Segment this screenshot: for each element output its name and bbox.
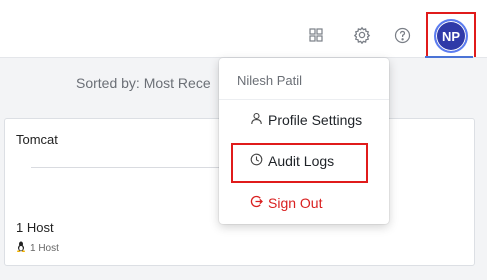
card-host-sub: 1 Host	[16, 241, 59, 255]
sort-label[interactable]: Sorted by: Most Rece	[76, 75, 211, 91]
gear-icon[interactable]	[353, 26, 371, 44]
user-icon	[250, 112, 263, 128]
menu-item-label: Profile Settings	[268, 112, 363, 128]
signout-icon	[250, 195, 263, 211]
user-menu: Nilesh Patil Profile Settings Audit Logs	[219, 58, 389, 224]
linux-icon	[16, 241, 26, 255]
avatar-highlight[interactable]: NP	[426, 12, 476, 60]
card-title: Tomcat	[16, 132, 58, 147]
menu-item-sign-out[interactable]: Sign Out	[250, 195, 322, 211]
menu-divider	[219, 99, 389, 100]
card-divider	[31, 167, 231, 168]
audit-logs-highlight	[231, 143, 368, 183]
grid-icon[interactable]	[307, 26, 325, 44]
card-host-count: 1 Host	[16, 220, 54, 235]
menu-item-profile-settings[interactable]: Profile Settings	[250, 112, 362, 128]
card-host-sub-label: 1 Host	[30, 242, 59, 254]
avatar[interactable]: NP	[434, 19, 468, 53]
user-name: Nilesh Patil	[237, 73, 303, 88]
help-icon[interactable]	[393, 26, 411, 44]
menu-item-label: Sign Out	[268, 195, 323, 211]
top-bar: NP	[0, 0, 487, 60]
